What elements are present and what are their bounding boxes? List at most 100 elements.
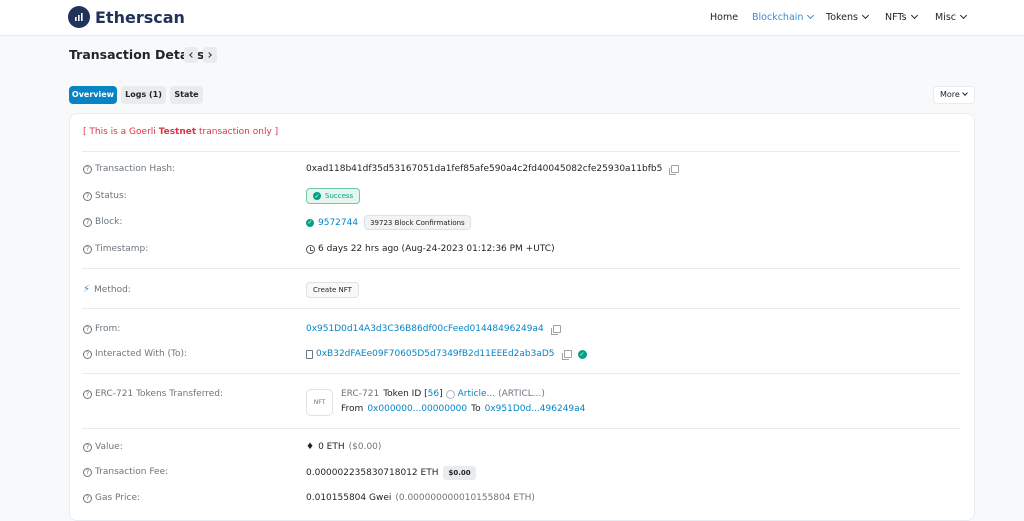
fee-label-text: Transaction Fee: bbox=[95, 467, 169, 477]
value-value: ♦ 0 ETH ($0.00) bbox=[306, 442, 381, 452]
chevron-down-icon bbox=[962, 90, 968, 96]
divider bbox=[82, 151, 960, 152]
value-eth: 0 ETH bbox=[318, 442, 345, 452]
fee-usd-badge: $0.00 bbox=[443, 466, 476, 480]
block-label: ? Block: bbox=[83, 217, 122, 227]
token-name-link[interactable]: Article... bbox=[458, 389, 495, 399]
to-label-text: Interacted With (To): bbox=[95, 349, 188, 359]
timestamp-value: 6 days 22 hrs ago (Aug-24-2023 01:12:36 … bbox=[306, 244, 555, 254]
gas-price-value: 0.010155804 Gwei (0.000000000010155804 ET… bbox=[306, 493, 535, 503]
block-number-link[interactable]: 9572744 bbox=[318, 218, 358, 228]
more-label: More bbox=[940, 90, 960, 99]
block-value: ✓ 9572744 39723 Block Confirmations bbox=[306, 215, 471, 230]
status-label-text: Status: bbox=[95, 191, 127, 201]
help-icon[interactable]: ? bbox=[83, 467, 92, 477]
gas-price-eth: (0.000000000010155804 ETH) bbox=[395, 493, 535, 503]
testnet-bold: Testnet bbox=[158, 127, 197, 137]
chevron-right-icon bbox=[206, 52, 212, 58]
erc721-to-label: To bbox=[471, 404, 481, 414]
method-value: Create NFT bbox=[306, 282, 359, 298]
token-id-label: Token ID [ bbox=[383, 389, 428, 399]
timestamp-text: 6 days 22 hrs ago (Aug-24-2023 01:12:36 … bbox=[318, 244, 555, 254]
copy-icon[interactable] bbox=[669, 165, 680, 175]
tx-hash-value: 0xad118b41df35d53167051da1fef85afe590a4c… bbox=[306, 164, 680, 175]
token-symbol: (ARTICL...) bbox=[498, 389, 545, 399]
chevron-down-icon bbox=[807, 11, 815, 20]
fee-label: ? Transaction Fee: bbox=[83, 467, 168, 477]
nav-misc[interactable]: Misc bbox=[935, 11, 968, 23]
tab-overview[interactable]: Overview bbox=[69, 86, 117, 104]
nav-misc-label: Misc bbox=[935, 12, 957, 23]
next-tx-button[interactable] bbox=[203, 47, 217, 63]
help-icon[interactable]: ? bbox=[83, 493, 92, 503]
value-usd: ($0.00) bbox=[348, 442, 382, 452]
nav-nfts-label: NFTs bbox=[885, 12, 907, 23]
divider bbox=[82, 268, 960, 269]
chevron-down-icon bbox=[959, 11, 968, 20]
main-nav: Home Blockchain Tokens NFTs Misc bbox=[0, 11, 1024, 26]
gas-price-gwei: 0.010155804 Gwei bbox=[306, 493, 392, 503]
help-icon[interactable]: ? bbox=[83, 191, 92, 201]
nav-nfts[interactable]: NFTs bbox=[885, 11, 918, 23]
value-label-text: Value: bbox=[95, 442, 123, 452]
top-header: Etherscan Home Blockchain Tokens NFTs Mi… bbox=[0, 0, 1024, 36]
chevron-left-icon bbox=[189, 52, 195, 58]
from-value: 0x951D0d14A3d3C36B86df00cFeed01448496249… bbox=[306, 324, 561, 335]
chevron-down-icon bbox=[910, 11, 918, 20]
divider bbox=[82, 373, 960, 374]
timestamp-label: ? Timestamp: bbox=[83, 244, 148, 254]
help-icon[interactable]: ? bbox=[83, 442, 92, 452]
help-icon[interactable]: ? bbox=[83, 217, 92, 227]
tab-logs[interactable]: Logs (1) bbox=[121, 86, 166, 104]
help-icon[interactable]: ? bbox=[83, 389, 92, 399]
erc721-label: ? ERC-721 Tokens Transferred: bbox=[83, 389, 223, 399]
method-badge: Create NFT bbox=[306, 282, 359, 298]
status-value: ✓ Success bbox=[306, 188, 361, 204]
help-icon[interactable]: ? bbox=[83, 164, 92, 174]
erc721-line1: ERC-721 Token ID [56] Article... (ARTICL… bbox=[341, 389, 545, 399]
nft-thumbnail[interactable]: NFT bbox=[306, 389, 333, 416]
method-label: ⚡ Method: bbox=[83, 284, 131, 295]
gas-price-label: ? Gas Price: bbox=[83, 493, 140, 503]
token-id-close: ] bbox=[439, 389, 443, 399]
tab-state[interactable]: State bbox=[170, 86, 203, 104]
nav-tokens[interactable]: Tokens bbox=[826, 11, 870, 23]
testnet-suffix: transaction only ] bbox=[196, 127, 279, 137]
fee-value: 0.000002235830718012 ETH $0.00 bbox=[306, 466, 476, 480]
ethereum-icon: ♦ bbox=[306, 442, 315, 452]
check-circle-icon: ✓ bbox=[306, 218, 314, 227]
method-label-text: Method: bbox=[94, 284, 131, 295]
erc721-from-link[interactable]: 0x000000...00000000 bbox=[367, 404, 467, 414]
status-text: Success bbox=[325, 192, 354, 200]
testnet-notice: [ This is a Goerli Testnet transaction o… bbox=[83, 127, 278, 137]
help-icon[interactable]: ? bbox=[83, 349, 92, 359]
nav-blockchain[interactable]: Blockchain bbox=[752, 11, 815, 23]
from-label-text: From: bbox=[95, 324, 121, 334]
token-id-link[interactable]: 56 bbox=[428, 389, 439, 399]
block-label-text: Block: bbox=[95, 217, 123, 227]
nav-home[interactable]: Home bbox=[710, 12, 738, 23]
from-address-link[interactable]: 0x951D0d14A3d3C36B86df00cFeed01448496249… bbox=[306, 324, 544, 334]
help-icon[interactable]: ? bbox=[83, 244, 92, 254]
more-dropdown-button[interactable]: More bbox=[933, 86, 975, 104]
to-address-link[interactable]: 0xB32dFAEe09F70605D5d7349fB2d11EEEd2ab3a… bbox=[316, 349, 555, 359]
to-label: ? Interacted With (To): bbox=[83, 349, 187, 359]
value-label: ? Value: bbox=[83, 442, 123, 452]
check-circle-icon: ✓ bbox=[313, 192, 321, 200]
chevron-down-icon bbox=[861, 11, 870, 20]
block-confirmations-badge: 39723 Block Confirmations bbox=[364, 215, 471, 230]
transaction-card bbox=[69, 113, 975, 521]
copy-icon[interactable] bbox=[561, 350, 572, 360]
copy-icon[interactable] bbox=[550, 325, 561, 335]
prev-tx-button[interactable] bbox=[184, 47, 198, 63]
erc721-from-label: From bbox=[341, 404, 364, 414]
token-icon bbox=[445, 389, 455, 399]
status-badge: ✓ Success bbox=[306, 188, 361, 204]
help-icon[interactable]: ? bbox=[83, 324, 92, 334]
timestamp-label-text: Timestamp: bbox=[95, 244, 149, 254]
tx-hash-text[interactable]: 0xad118b41df35d53167051da1fef85afe590a4c… bbox=[306, 164, 662, 174]
erc721-to-link[interactable]: 0x951D0d...496249a4 bbox=[485, 404, 586, 414]
tx-hash-label-text: Transaction Hash: bbox=[95, 164, 176, 174]
erc721-label-text: ERC-721 Tokens Transferred: bbox=[95, 389, 224, 399]
verified-check-icon: ✓ bbox=[577, 349, 587, 359]
